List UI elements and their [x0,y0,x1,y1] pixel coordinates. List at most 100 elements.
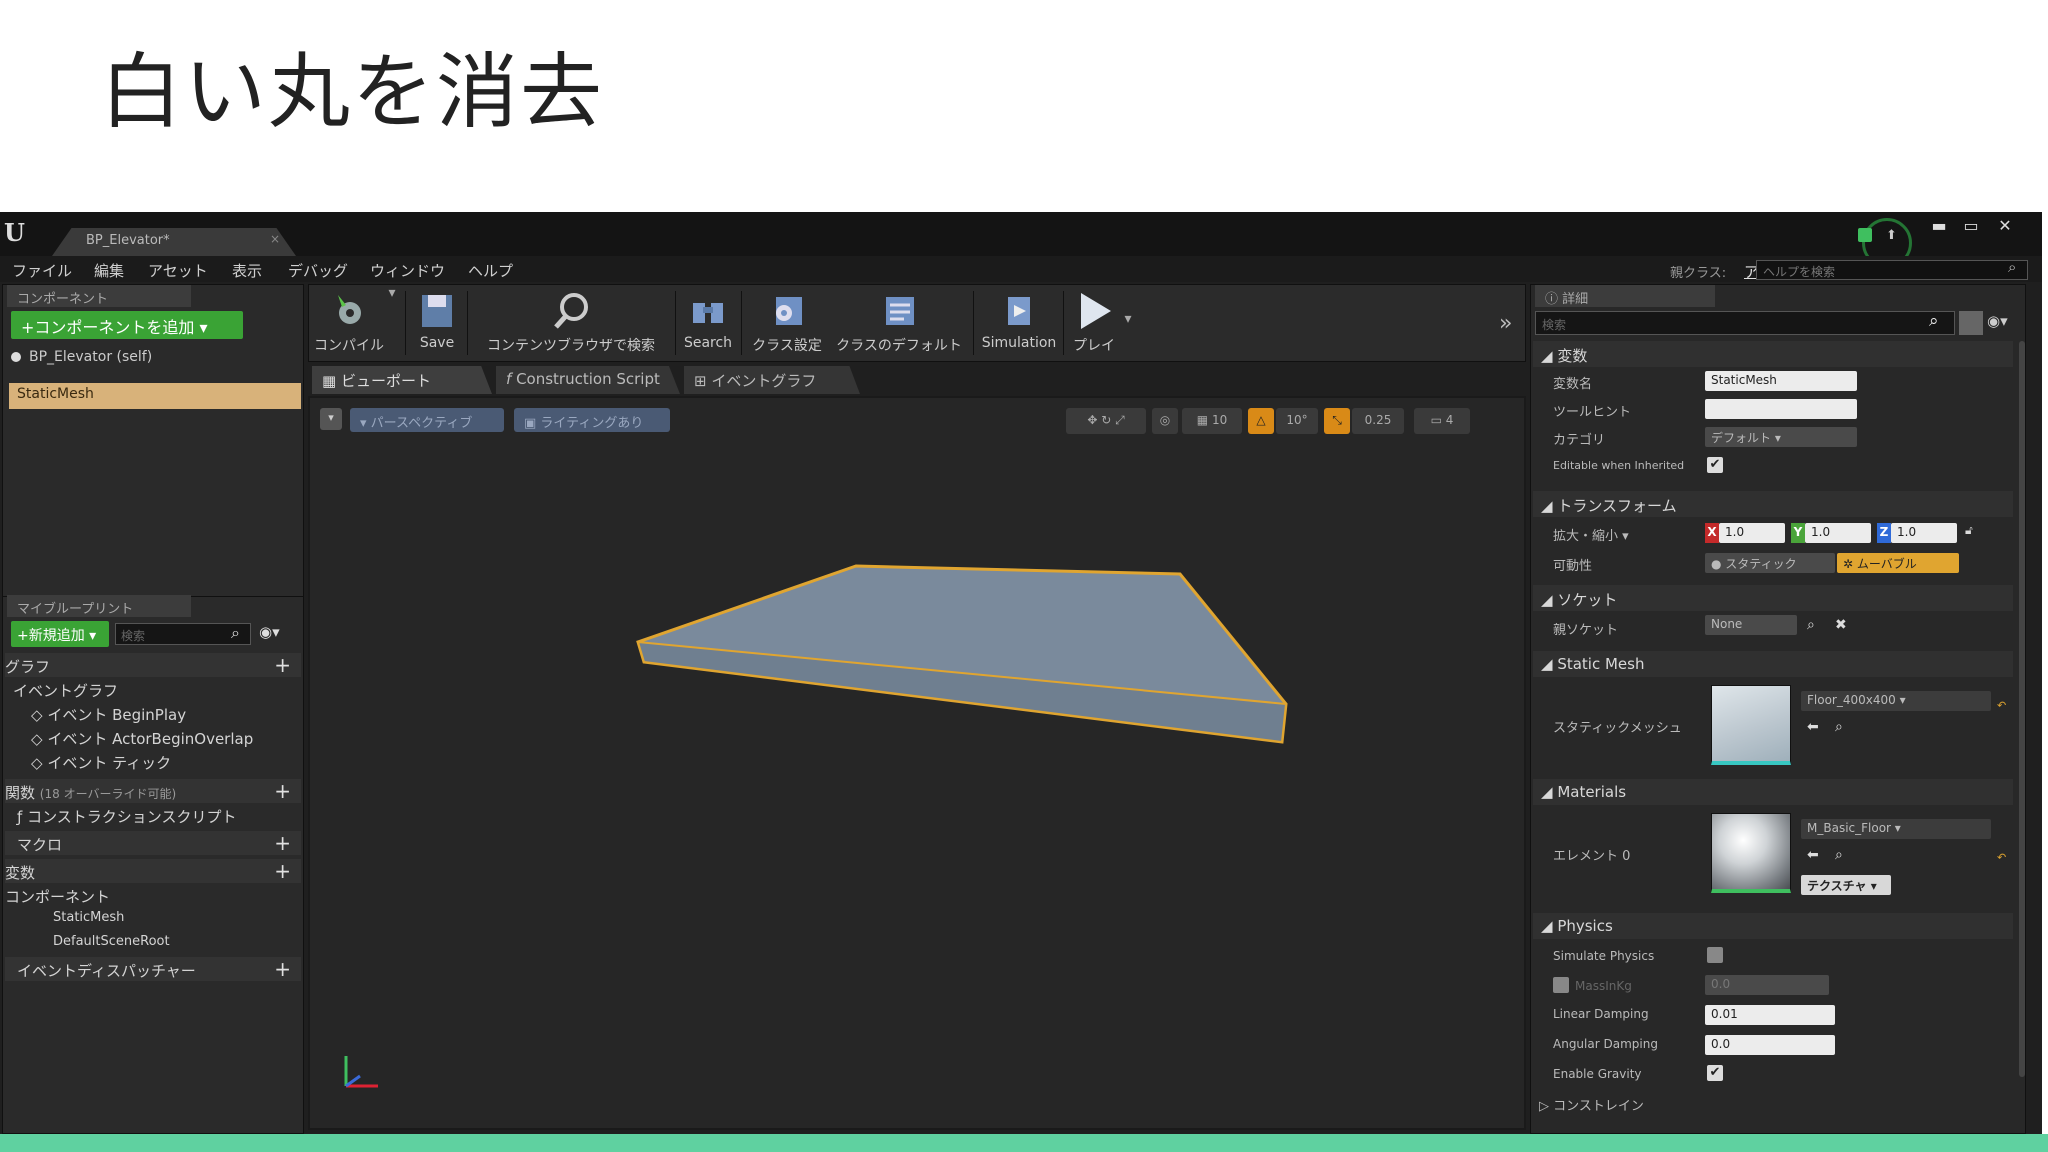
functions-section-header[interactable]: 関数 (18 オーバーライド可能) + [5,779,301,803]
scale-snap-value-button[interactable]: 0.25 [1352,408,1404,434]
search-icon[interactable]: ⌕ [2008,258,2016,276]
reset-to-default-icon[interactable]: ↶ [1997,699,2006,712]
unreal-logo-icon[interactable]: U [4,218,25,247]
find-in-content-browser-button[interactable]: コンテンツブラウザで検索 [471,285,671,361]
textures-dropdown[interactable]: テクスチャ ▾ [1801,875,1891,895]
constraints-row[interactable]: ▷ コンストレイン [1539,1095,1644,1114]
tooltip-field[interactable] [1705,399,1857,419]
static-mesh-component-item[interactable]: StaticMesh [9,383,301,409]
maximize-button[interactable]: ▭ [1956,216,1986,238]
material-dropdown[interactable]: M_Basic_Floor ▾ [1801,819,1991,839]
menu-debug[interactable]: デバッグ [288,260,348,281]
world-local-toggle-icon[interactable]: ◎ [1152,408,1178,434]
material-thumbnail[interactable] [1711,813,1791,893]
transform-tools-group[interactable]: ✥ ↻ ⤢ [1066,408,1146,434]
category-dropdown[interactable]: デフォルト ▾ [1705,427,1857,447]
details-search-input[interactable]: 検索 [1535,311,1955,335]
simulation-button[interactable]: Simulation [979,285,1059,361]
compile-options-dropdown[interactable]: ▾ [385,285,399,361]
parent-socket-field[interactable]: None [1705,615,1797,635]
browse-search-icon[interactable]: ⌕ [1835,847,1843,863]
materials-section-header[interactable]: ◢ Materials [1533,779,2013,805]
use-selected-arrow-icon[interactable]: ⬅ [1807,847,1819,863]
mobility-movable-button[interactable]: ✲ ムーバブル [1837,553,1959,573]
static-mesh-thumbnail[interactable] [1711,685,1791,765]
component-variable-item[interactable]: DefaultSceneRoot [5,931,301,955]
feedback-icon[interactable]: ⬆ [1886,228,1902,243]
search-button[interactable]: Search [681,285,735,361]
graphs-section-header[interactable]: グラフ + [5,653,301,677]
add-component-button[interactable]: +コンポーネントを追加 ▾ [11,311,243,339]
transform-section-header[interactable]: ◢ トランスフォーム [1533,491,2013,517]
document-tab[interactable]: BP_Elevator* × [52,228,296,256]
menu-asset[interactable]: アセット [148,260,208,281]
menu-edit[interactable]: 編集 [94,260,124,281]
add-new-button[interactable]: +新規追加 ▾ [11,621,109,647]
lighting-mode-button[interactable]: ▣ ライティングあり [514,408,670,432]
editable-when-inherited-checkbox[interactable]: ✔ [1707,457,1723,473]
components-tab[interactable]: コンポーネント [7,285,191,307]
event-item[interactable]: ◇ イベント BeginPlay [5,701,301,725]
view-options-eye-icon[interactable]: ◉▾ [259,623,280,641]
construction-script-item[interactable]: ƒ コンストラクションスクリプト [5,803,301,827]
toolbar-overflow-button[interactable]: » [1499,311,1512,336]
viewport[interactable]: ▾ ▾ パースペクティブ ▣ ライティングあり ✥ ↻ ⤢ ◎ ▦ 10 △ 1… [308,396,1526,1130]
variables-section-header[interactable]: 変数 + [5,859,301,883]
property-matrix-icon[interactable] [1959,311,1983,335]
add-function-icon[interactable]: + [274,779,291,803]
use-selected-arrow-icon[interactable]: ⬅ [1807,719,1819,735]
minimize-button[interactable]: ▬ [1924,216,1954,238]
browse-search-icon[interactable]: ⌕ [1835,719,1843,735]
rotation-snap-value-button[interactable]: 10° [1276,408,1318,434]
linear-damping-field[interactable]: 0.01 [1705,1005,1835,1025]
event-dispatchers-section-header[interactable]: イベントディスパッチャー + [5,957,301,981]
play-button[interactable]: プレイ [1069,285,1119,361]
mobility-static-button[interactable]: ● スタティック [1705,553,1835,573]
static-mesh-dropdown[interactable]: Floor_400x400 ▾ [1801,691,1991,711]
floor-mesh-preview[interactable] [310,398,1524,1128]
event-item[interactable]: ◇ イベント ティック [5,749,301,773]
menu-view[interactable]: 表示 [232,260,262,281]
menu-file[interactable]: ファイル [12,260,72,281]
search-icon[interactable]: ⌕ [1929,311,1939,331]
help-search-input[interactable]: ヘルプを検索 [1756,260,2028,280]
menu-help[interactable]: ヘルプ [468,260,513,281]
tab-event-graph[interactable]: ⊞ イベントグラフ [684,366,860,394]
play-options-dropdown[interactable]: ▾ [1121,285,1135,361]
socket-section-header[interactable]: ◢ ソケット [1533,585,2013,611]
physics-section-header[interactable]: ◢ Physics [1533,913,2013,939]
component-variable-item[interactable]: StaticMesh [5,907,301,931]
event-graph-item[interactable]: イベントグラフ [5,677,301,701]
static-mesh-section-header[interactable]: ◢ Static Mesh [1533,651,2013,677]
scale-z-field[interactable]: 1.0 [1891,523,1957,543]
my-blueprint-tab[interactable]: マイブループリント [7,595,191,617]
class-settings-button[interactable]: クラス設定 [747,285,827,361]
grid-snap-toggle[interactable]: ▦ 10 [1182,408,1242,434]
scale-snap-icon[interactable]: ⤡ [1324,408,1350,434]
add-variable-icon[interactable]: + [274,859,291,883]
save-button[interactable]: Save [411,285,463,361]
tab-construction-script[interactable]: f Construction Script [496,366,680,394]
close-tab-icon[interactable]: × [270,232,280,246]
camera-speed-button[interactable]: ▭ 4 [1414,408,1470,434]
class-defaults-button[interactable]: クラスのデフォルト [829,285,969,361]
add-graph-icon[interactable]: + [274,653,291,677]
view-options-eye-icon[interactable]: ◉▾ [1987,312,2008,330]
rotation-snap-icon[interactable]: △ [1248,408,1274,434]
simulate-physics-checkbox[interactable] [1707,947,1723,963]
scale-y-field[interactable]: 1.0 [1805,523,1871,543]
reset-to-default-icon[interactable]: ↶ [1997,851,2006,864]
scale-x-field[interactable]: 1.0 [1719,523,1785,543]
compile-button[interactable]: コンパイル [311,285,387,361]
components-category-item[interactable]: コンポーネント [5,883,301,907]
details-tab[interactable]: ⓘ 詳細 [1535,285,1715,307]
variable-section-header[interactable]: ◢ 変数 [1533,341,2013,367]
enable-gravity-checkbox[interactable]: ✔ [1707,1065,1723,1081]
details-scrollbar[interactable] [2019,341,2025,1077]
lock-icon[interactable]: 🔓︎ [1965,523,1973,538]
add-event-dispatcher-icon[interactable]: + [274,957,291,981]
search-icon[interactable]: ⌕ [1807,617,1815,633]
viewport-options-button[interactable]: ▾ [320,408,342,430]
variable-name-field[interactable]: StaticMesh [1705,371,1857,391]
source-control-icon[interactable] [1858,228,1872,242]
